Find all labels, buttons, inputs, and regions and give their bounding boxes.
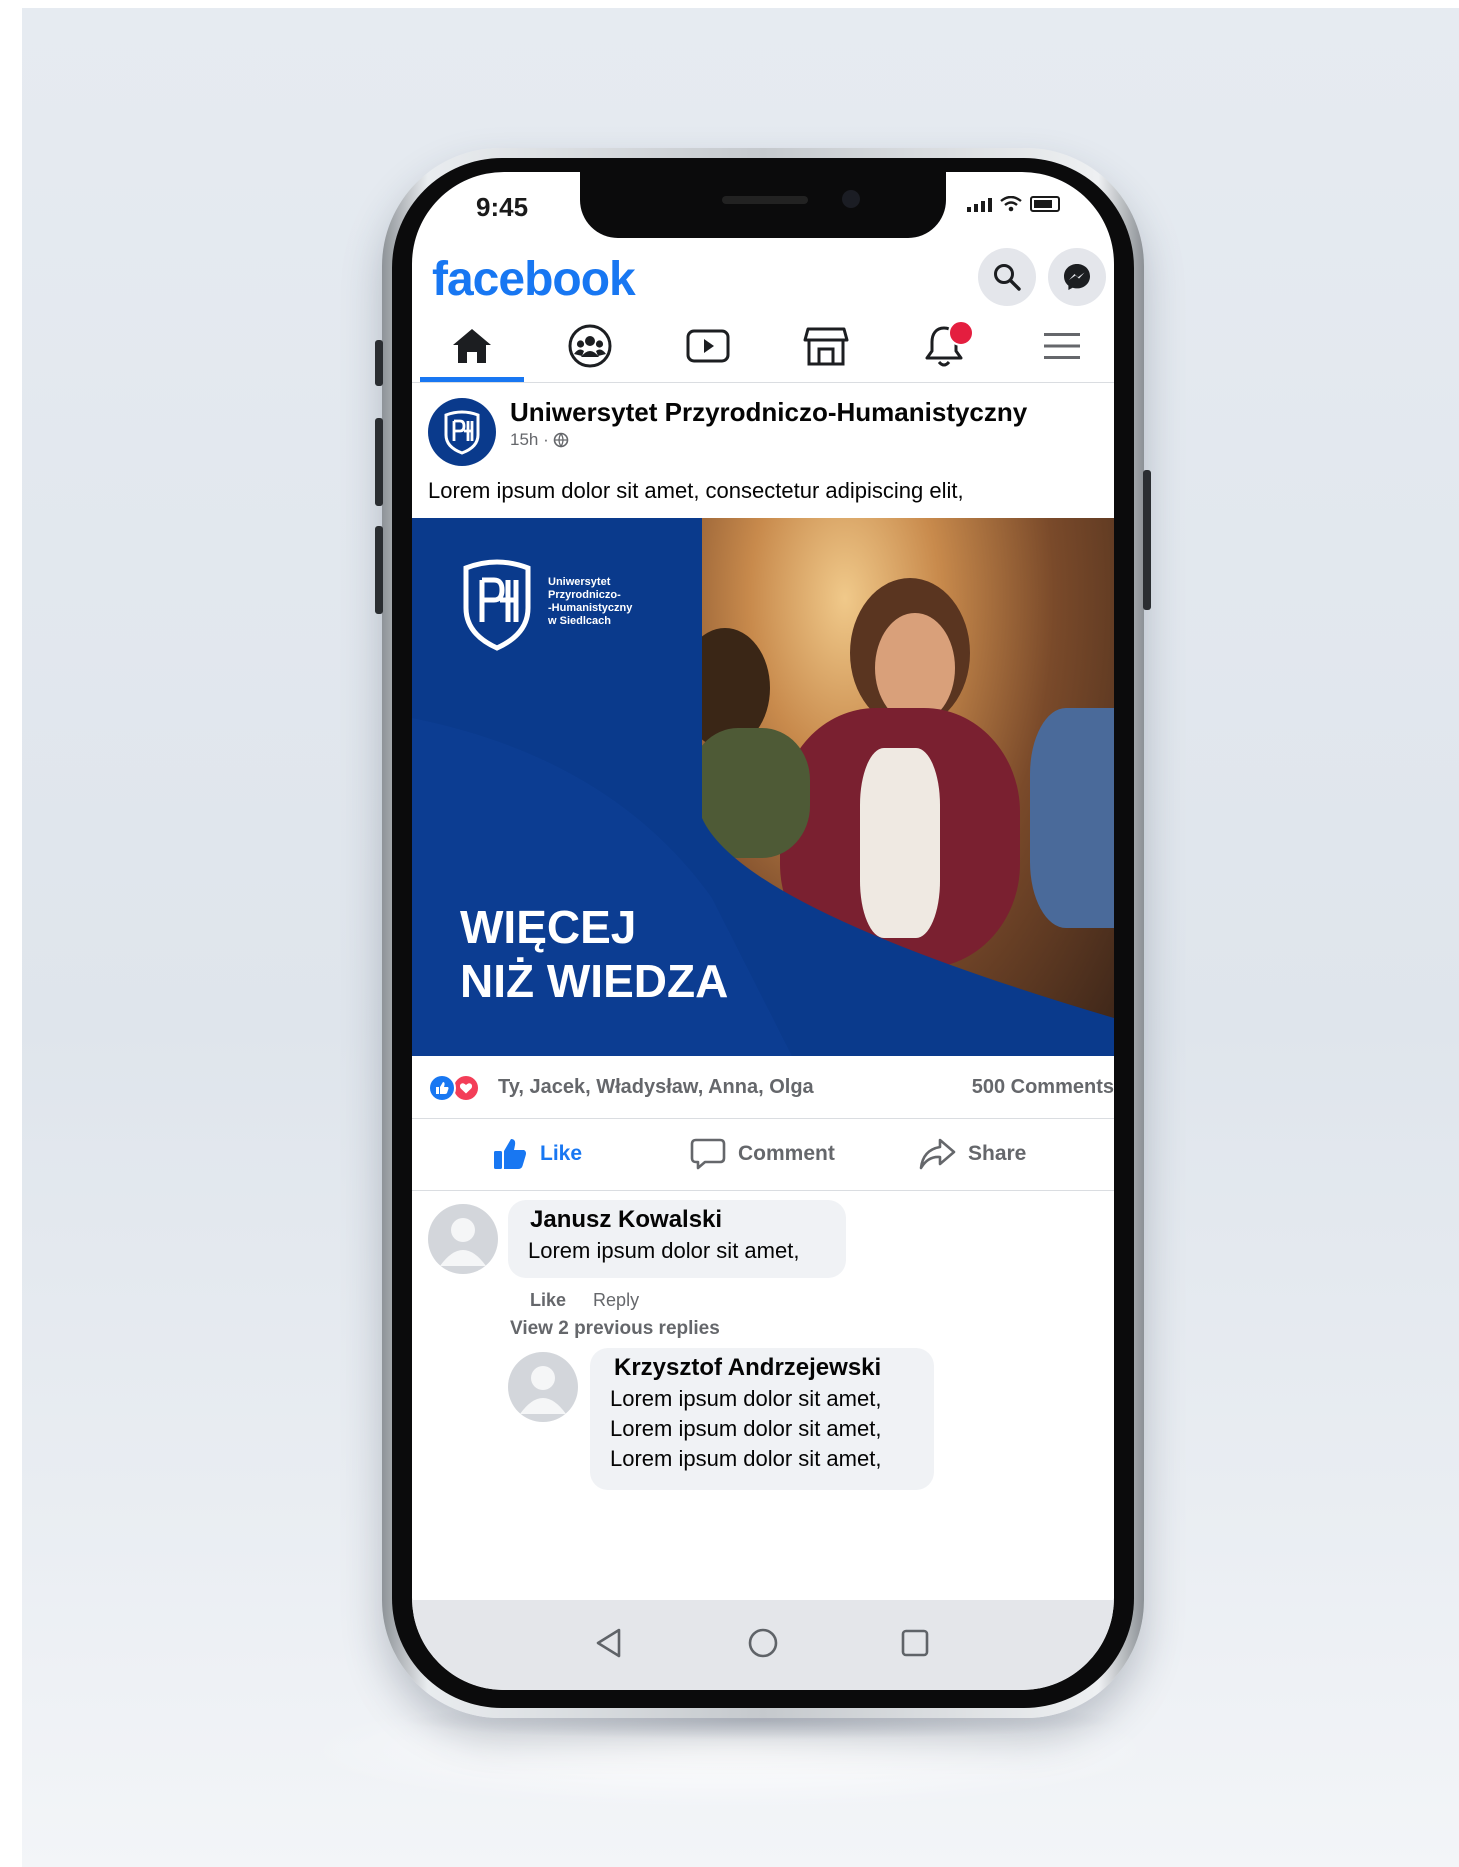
reply-author[interactable]: Krzysztof Andrzejewski <box>614 1354 881 1382</box>
front-camera <box>842 190 860 208</box>
messenger-button[interactable] <box>1048 248 1106 306</box>
page-frame-top <box>0 0 1459 8</box>
comment-author[interactable]: Janusz Kowalski <box>530 1206 722 1234</box>
share-label: Share <box>968 1142 1027 1165</box>
tab-watch[interactable] <box>656 310 760 382</box>
notification-badge <box>948 320 974 346</box>
comment-like-link[interactable]: Like <box>530 1290 566 1310</box>
active-tab-indicator <box>420 377 524 382</box>
logo-line-1: Uniwersytet <box>548 576 611 588</box>
volume-up-button <box>375 418 383 506</box>
slogan-line-1: WIĘCEJ <box>460 901 637 953</box>
video-icon <box>686 329 730 363</box>
logo-line-3: -Humanistyczny <box>548 602 633 614</box>
slogan-line-2: NIŻ WIEDZA <box>460 955 729 1007</box>
back-button[interactable] <box>584 1618 634 1668</box>
comment-icon <box>690 1138 726 1170</box>
back-triangle-icon <box>596 1628 621 1658</box>
status-time: 9:45 <box>476 192 529 222</box>
post-text: Lorem ipsum dolor sit amet, consectetur … <box>428 478 964 503</box>
tab-menu[interactable] <box>1010 310 1114 382</box>
reply-text: Lorem ipsum dolor sit amet, Lorem ipsum … <box>610 1384 881 1474</box>
comment-actions: Like Reply <box>530 1290 639 1311</box>
user-icon <box>440 1218 486 1266</box>
tab-notifications[interactable] <box>892 310 996 382</box>
groups-icon <box>568 324 612 368</box>
university-logo-icon <box>444 410 480 455</box>
page-frame-left <box>0 0 22 1867</box>
image-slogan: WIĘCEJ NIŻ WIEDZA <box>460 900 728 1008</box>
comment-text: Lorem ipsum dolor sit amet, <box>528 1238 800 1263</box>
search-button[interactable] <box>978 248 1036 306</box>
share-icon <box>919 1138 956 1170</box>
post-image[interactable]: Uniwersytet Przyrodniczo- -Humanistyczny… <box>412 518 1114 1056</box>
messenger-icon <box>1064 264 1090 290</box>
silent-switch <box>375 340 383 386</box>
home-icon <box>453 329 491 363</box>
page-avatar[interactable] <box>428 398 496 466</box>
post-author[interactable]: Uniwersytet Przyrodniczo-Humanistyczny <box>510 397 1027 428</box>
comment-label: Comment <box>738 1142 835 1165</box>
share-button[interactable]: Share <box>918 1118 1026 1190</box>
user-icon <box>520 1366 566 1414</box>
comments-count[interactable]: 500 Comments <box>972 1076 1114 1099</box>
like-label: Like <box>540 1142 583 1165</box>
globe-icon <box>554 432 569 448</box>
tab-groups[interactable] <box>538 310 642 382</box>
view-previous-replies[interactable]: View 2 previous replies <box>510 1318 720 1340</box>
university-crest-icon <box>463 559 531 651</box>
signal-icon <box>967 198 992 212</box>
reply-line-1: Lorem ipsum dolor sit amet, <box>610 1386 882 1411</box>
home-system-button[interactable] <box>738 1618 788 1668</box>
home-circle-icon <box>748 1628 778 1658</box>
system-navigation-bar <box>412 1600 1114 1690</box>
post-actions: Like Comment Share <box>412 1118 1114 1191</box>
commenter-avatar[interactable] <box>428 1204 498 1274</box>
facebook-logo[interactable]: facebook <box>432 252 636 307</box>
tab-home[interactable] <box>420 310 524 382</box>
reply-line-2: Lorem ipsum dolor sit amet, <box>610 1416 882 1441</box>
reactions-row: Ty, Jacek, Władysław, Anna, Olga 500 Com… <box>412 1056 1114 1119</box>
menu-icon <box>1044 333 1080 359</box>
comment-button[interactable]: Comment <box>690 1118 835 1190</box>
like-button[interactable]: Like <box>492 1118 582 1190</box>
wifi-icon <box>1000 196 1022 212</box>
reply-line-3: Lorem ipsum dolor sit amet, <box>610 1446 882 1471</box>
store-icon <box>803 327 849 366</box>
status-icons <box>967 196 1060 212</box>
recent-square-icon <box>901 1629 929 1657</box>
earpiece-speaker <box>722 196 808 204</box>
volume-down-button <box>375 526 383 614</box>
notch <box>580 172 946 238</box>
navigation-tabs <box>412 310 1114 383</box>
tab-marketplace[interactable] <box>774 310 878 382</box>
search-icon <box>994 264 1021 291</box>
reactions-names[interactable]: Ty, Jacek, Władysław, Anna, Olga <box>498 1076 814 1099</box>
power-button <box>1143 470 1151 610</box>
love-reaction-icon[interactable] <box>452 1074 480 1102</box>
post-meta: 15h · <box>510 430 569 450</box>
recent-apps-button[interactable] <box>890 1618 940 1668</box>
reply-avatar[interactable] <box>508 1352 578 1422</box>
logo-line-4: w Siedlcach <box>548 615 611 627</box>
comment-reply-link[interactable]: Reply <box>593 1290 639 1310</box>
phone-screen: 9:45 facebook Uniwersytet Przyrodniczo-H… <box>412 172 1114 1690</box>
university-name-lines: Uniwersytet Przyrodniczo- -Humanistyczny… <box>548 576 668 628</box>
post-time: 15h · <box>510 430 549 449</box>
like-reaction-icon[interactable] <box>428 1074 456 1102</box>
thumbs-up-icon <box>494 1139 526 1169</box>
logo-line-2: Przyrodniczo- <box>548 589 621 601</box>
battery-icon <box>1030 196 1060 212</box>
